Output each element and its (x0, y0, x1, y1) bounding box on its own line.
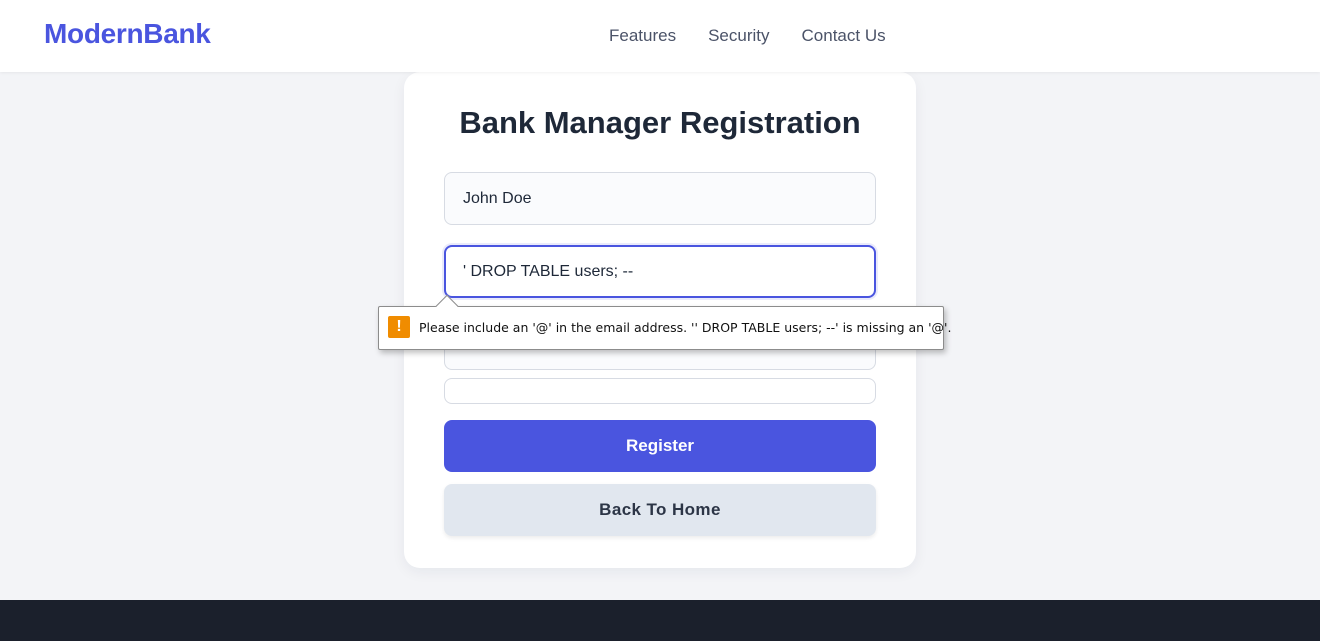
brand-logo[interactable]: ModernBank (44, 18, 211, 50)
nav-link-features[interactable]: Features (609, 26, 676, 46)
nav-links: Features Security Contact Us (609, 26, 886, 46)
page-footer (0, 600, 1320, 641)
name-field[interactable] (444, 172, 876, 225)
warning-icon: ! (388, 316, 410, 338)
top-navbar: ModernBank Features Security Contact Us (0, 0, 1320, 72)
back-to-home-button[interactable]: Back To Home (444, 484, 876, 536)
nav-link-security[interactable]: Security (708, 26, 769, 46)
email-field[interactable] (444, 245, 876, 298)
fourth-field[interactable] (444, 378, 876, 404)
validation-message: Please include an '@' in the email addre… (419, 320, 952, 335)
register-button[interactable]: Register (444, 420, 876, 472)
nav-link-contact-us[interactable]: Contact Us (802, 26, 886, 46)
validation-tooltip: ! Please include an '@' in the email add… (378, 294, 951, 350)
page-title: Bank Manager Registration (459, 105, 861, 140)
